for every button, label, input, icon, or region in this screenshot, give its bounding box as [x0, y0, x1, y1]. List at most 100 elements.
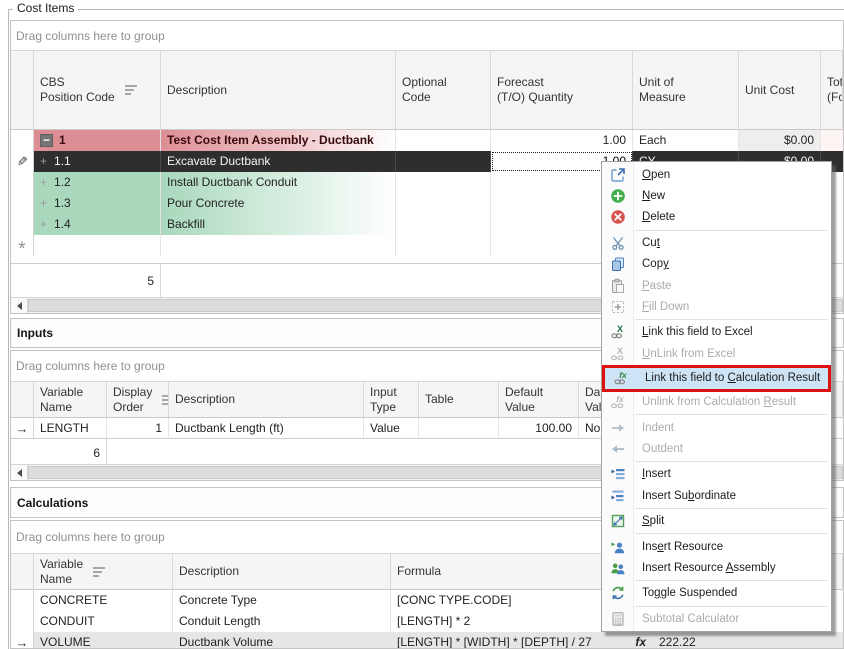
menu-item-link-this-field-to-excel[interactable]: XLink this field to Excel: [602, 322, 831, 343]
cbs-position-code-cell[interactable]: −1: [34, 130, 161, 151]
column-header-unit-cost[interactable]: Unit Cost: [739, 51, 821, 130]
column-header-optional-code[interactable]: Optional Code: [396, 51, 491, 130]
collapse-icon[interactable]: −: [40, 134, 53, 147]
optional-code-cell[interactable]: [396, 235, 491, 256]
menu-item-label: Indent: [642, 422, 674, 434]
description-cell[interactable]: Pour Concrete: [161, 193, 396, 214]
default-value-cell[interactable]: 100.00: [499, 418, 579, 439]
empty-cell[interactable]: [746, 632, 801, 649]
menu-item-label: Fill Down: [642, 301, 689, 313]
menu-item-insert[interactable]: Insert: [602, 464, 831, 485]
column-header-label: Variable Name: [40, 557, 83, 587]
row-indicator: →: [11, 632, 34, 649]
description-cell[interactable]: Backfill: [161, 214, 396, 235]
calculation-row-volume[interactable]: →VOLUMEDuctbank Volume[LENGTH] * [WIDTH]…: [11, 632, 843, 649]
optional-code-cell[interactable]: [396, 130, 491, 151]
formula-text: [LENGTH] * [WIDTH] * [DEPTH] / 27: [397, 632, 592, 649]
scroll-left-button[interactable]: [11, 465, 28, 480]
menu-item-subtotal-calculator: Subtotal Calculator: [602, 608, 831, 629]
column-header-variable-name[interactable]: Variable Name: [34, 382, 107, 418]
menu-separator: [635, 319, 828, 320]
menu-item-open[interactable]: Open: [602, 164, 831, 185]
description-cell[interactable]: Ductbank Volume: [173, 632, 391, 649]
optional-code-cell[interactable]: [396, 214, 491, 235]
expand-icon[interactable]: +: [40, 214, 47, 235]
expand-icon[interactable]: +: [40, 172, 47, 193]
outdent-icon: [602, 441, 633, 457]
cost-items-header-row: CBS Position CodeDescriptionOptional Cod…: [11, 51, 843, 130]
menu-item-link-this-field-to-calculation-result[interactable]: fxLink this field to Calculation Result: [602, 365, 831, 392]
column-header-display-order[interactable]: Display Order: [107, 382, 169, 418]
sort-icon: [93, 567, 105, 577]
column-header-description[interactable]: Description: [161, 51, 396, 130]
display-order-cell[interactable]: 1: [107, 418, 169, 439]
column-header-default-value[interactable]: Default Value: [499, 382, 579, 418]
menu-item-label: Link this field to Calculation Result: [645, 372, 820, 384]
expand-icon[interactable]: +: [40, 193, 47, 214]
column-header-label: Tota (For: [827, 75, 843, 105]
total-cost-cell[interactable]: [821, 130, 843, 151]
menu-item-delete[interactable]: Delete: [602, 207, 831, 228]
description-cell[interactable]: Concrete Type: [173, 590, 391, 611]
expand-icon[interactable]: +: [40, 151, 47, 172]
cbs-position-code-cell[interactable]: [34, 235, 161, 256]
unit-cost-cell[interactable]: $0.00: [739, 130, 821, 151]
fx-button[interactable]: fx: [631, 632, 646, 649]
menu-item-insert-resource-assembly[interactable]: Insert Resource Assembly: [602, 557, 831, 578]
insert-subordinate-icon: [602, 488, 633, 504]
formula-cell[interactable]: [LENGTH] * [WIDTH] * [DEPTH] / 27 fx: [391, 632, 653, 649]
input-type-cell[interactable]: Value: [364, 418, 419, 439]
description-cell[interactable]: Install Ductbank Conduit: [161, 172, 396, 193]
description-cell[interactable]: Test Cost Item Assembly - Ductbank: [161, 130, 396, 151]
column-header-input-type[interactable]: Input Type: [364, 382, 419, 418]
optional-code-cell[interactable]: [396, 151, 491, 172]
row-indicator-header: [11, 51, 34, 130]
menu-item-label: Subtotal Calculator: [642, 613, 739, 625]
cbs-position-code-cell[interactable]: +1.3: [34, 193, 161, 214]
description-cell[interactable]: Conduit Length: [173, 611, 391, 632]
column-header-table[interactable]: Table: [419, 382, 499, 418]
variable-name-cell[interactable]: LENGTH: [34, 418, 107, 439]
menu-item-split[interactable]: Split: [602, 510, 831, 531]
menu-item-indent: Indent: [602, 417, 831, 438]
menu-item-insert-subordinate[interactable]: Insert Subordinate: [602, 485, 831, 506]
result-cell[interactable]: 222.22: [653, 632, 746, 649]
column-header-forecast-t-o-quantity[interactable]: Forecast (T/O) Quantity: [491, 51, 633, 130]
variable-name-cell[interactable]: CONDUIT: [34, 611, 173, 632]
column-header-unit-of-measure[interactable]: Unit of Measure: [633, 51, 739, 130]
table-cell[interactable]: [419, 418, 499, 439]
column-header-description[interactable]: Description: [173, 554, 391, 590]
cost-items-caption: Cost Items: [13, 1, 78, 15]
menu-item-cut[interactable]: Cut: [602, 232, 831, 253]
menu-item-label: Open: [642, 169, 670, 181]
description-cell[interactable]: [161, 235, 396, 256]
column-header-variable-name[interactable]: Variable Name: [34, 554, 173, 590]
subtotal-calculator-icon: [602, 611, 633, 627]
cbs-position-code-cell[interactable]: +1.4: [34, 214, 161, 235]
menu-item-copy[interactable]: Copy: [602, 254, 831, 275]
forecast-qty-cell[interactable]: 1.00: [491, 130, 633, 151]
unit-of-measure-cell[interactable]: Each: [633, 130, 739, 151]
menu-item-toggle-suspended[interactable]: Toggle Suspended: [602, 583, 831, 604]
menu-item-insert-resource[interactable]: Insert Resource: [602, 536, 831, 557]
description-cell[interactable]: Ductbank Length (ft): [169, 418, 364, 439]
variable-name-cell[interactable]: CONCRETE: [34, 590, 173, 611]
column-header-cbs-position-code[interactable]: CBS Position Code: [34, 51, 161, 130]
cbs-position-code-cell[interactable]: +1.1: [34, 151, 161, 172]
optional-code-cell[interactable]: [396, 172, 491, 193]
scroll-left-button[interactable]: [11, 298, 28, 313]
menu-item-new[interactable]: New: [602, 185, 831, 206]
cbs-code-value: 1: [59, 130, 66, 151]
edit-pencil-icon: ✎: [17, 151, 28, 172]
variable-name-cell[interactable]: VOLUME: [34, 632, 173, 649]
cut-icon: [602, 235, 633, 251]
cost-item-row-1[interactable]: −1Test Cost Item Assembly - Ductbank1.00…: [11, 130, 843, 151]
column-header-description[interactable]: Description: [169, 382, 364, 418]
description-cell[interactable]: Excavate Ductbank: [161, 151, 396, 172]
optional-code-cell[interactable]: [396, 193, 491, 214]
column-header-tota-for[interactable]: Tota (For: [821, 51, 843, 130]
cbs-position-code-cell[interactable]: +1.2: [34, 172, 161, 193]
column-header-label: Description: [175, 392, 235, 407]
menu-item-outdent: Outdent: [602, 438, 831, 459]
cost-items-group-hint: Drag columns here to group: [11, 21, 843, 51]
